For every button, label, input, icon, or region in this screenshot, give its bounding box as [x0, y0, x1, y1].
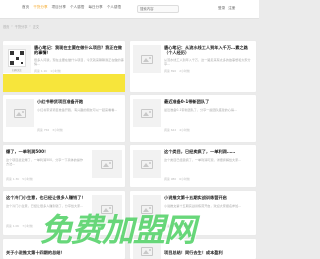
article-thumbnail: [133, 99, 161, 127]
article-title[interactable]: 这个类目，已经卖疯了，一单利润……: [164, 149, 254, 155]
article-excerpt: 小说推文第十五期实战训练营开启，欢迎大家报名参加...: [164, 204, 242, 208]
article-thumbnail: [6, 99, 34, 127]
view-count: 阅读 980: [164, 177, 177, 181]
article-title[interactable]: 这个冷门小生意，也已经让很多人赚钱了！: [6, 195, 88, 201]
image-placeholder-icon: [141, 246, 153, 256]
article-meta: 阅读 720 8小时前: [164, 224, 190, 228]
article-title[interactable]: 小说推文第十五期实战训练营开启: [164, 195, 254, 201]
nav-item-tips[interactable]: 干货分享: [33, 5, 47, 10]
post-time: 8小时前: [179, 224, 190, 228]
article-thumbnail: [92, 150, 122, 178]
view-count: 阅读 720: [164, 224, 177, 228]
breadcrumb-sep: ›: [11, 24, 13, 28]
article-title[interactable]: 爆了，一单利润500！: [6, 149, 86, 155]
post-time: 3小时前: [52, 128, 63, 132]
image-placeholder-icon: [14, 108, 26, 118]
nav-item-insights-2[interactable]: 个人感悟: [107, 5, 121, 10]
post-time: 7小时前: [22, 224, 33, 228]
image-placeholder-icon: [141, 54, 153, 64]
nav-item-insights[interactable]: 个人感悟: [70, 5, 84, 10]
view-count: 阅读 1.0K: [6, 224, 20, 228]
article-thumbnail: [133, 45, 161, 73]
search-input[interactable]: [137, 5, 179, 13]
post-time: 6小时前: [179, 177, 190, 181]
nav-item-home[interactable]: 首页: [22, 5, 29, 10]
breadcrumb-category[interactable]: 干货分享: [15, 24, 28, 29]
article-excerpt: 这个类目已经卖疯了，一单利润可观，详细拆解给大家...: [164, 158, 242, 162]
article-excerpt: 最近准备0-1带新团队了，分享一些团队搭建的心得...: [164, 108, 237, 112]
auth-links: 登录 注册: [218, 6, 235, 11]
article-meta: 阅读 756 3小时前: [37, 128, 63, 132]
nav-item-daily[interactable]: 每日分享: [88, 5, 102, 10]
view-count: 阅读 756: [37, 128, 50, 132]
promo-banner: [3, 74, 125, 92]
article-meta: 阅读 890 2小时前: [164, 69, 190, 73]
article-meta: 阅读 1.3K 5小时前: [6, 177, 33, 181]
article-excerpt: 很多人问我，现在主要在做什么项目，今天就来聊聊我正在做的事情...: [34, 58, 124, 67]
post-time: 1小时前: [50, 69, 61, 73]
article-title[interactable]: 唐心笔记：我现在主要在做什么项目？我正在做的事情！: [34, 45, 124, 56]
nav-item-projects[interactable]: 项目分享: [52, 5, 66, 10]
article-title[interactable]: 唐心笔记：从流水线工人到年入千万…素之路（个人经历）: [164, 45, 254, 56]
article-excerpt: 这个冷门小生意，已经让很多人赚到钱了，分享给大家...: [6, 204, 84, 208]
login-link[interactable]: 登录: [218, 6, 225, 11]
article-thumbnail: [92, 195, 122, 223]
view-count: 阅读 1.1K: [34, 69, 48, 73]
view-count: 阅读 1.3K: [6, 177, 20, 181]
main-nav: 首页 干货分享 项目分享 个人感悟 每日分享 个人感悟: [22, 5, 121, 10]
article-excerpt: 这个项目最近爆了，一单利润500，分享一下具体的操作方法...: [6, 158, 84, 167]
qr-caption: 扫码关注: [12, 69, 22, 72]
article-title[interactable]: 关于小说推文第十四期的总结！: [6, 250, 116, 256]
article-thumbnail: [133, 195, 161, 223]
breadcrumb: 首页 › 干货分享 › 正文: [3, 24, 39, 29]
image-placeholder-icon: [141, 159, 153, 169]
post-time: 2小时前: [179, 69, 190, 73]
article-title[interactable]: 项目总结！同行去生！成本盈利: [164, 250, 254, 256]
article-meta: 阅读 980 6小时前: [164, 177, 190, 181]
breadcrumb-sep: ›: [29, 24, 31, 28]
image-placeholder-icon: [141, 108, 153, 118]
article-thumbnail: [133, 150, 161, 178]
breadcrumb-home[interactable]: 首页: [3, 24, 9, 29]
view-count: 阅读 642: [164, 128, 177, 132]
image-placeholder-icon: [101, 204, 113, 214]
article-meta: 阅读 642 4小时前: [164, 128, 190, 132]
qr-thumbnail: 扫码关注: [3, 45, 31, 73]
image-placeholder-icon: [101, 159, 113, 169]
post-time: 4小时前: [179, 128, 190, 132]
article-title[interactable]: 最近准备0-1带新团队了: [164, 99, 254, 105]
article-title[interactable]: 小红书带货项目准备开跑: [37, 99, 123, 105]
article-meta: 阅读 1.1K 1小时前: [34, 69, 61, 73]
breadcrumb-current: 正文: [32, 25, 40, 29]
article-thumbnail: [133, 243, 161, 259]
qr-code-icon: [8, 49, 26, 67]
article-excerpt: 从流水线工人到年入千万，这一路走来有太多的故事想和大家分享...: [164, 58, 251, 67]
article-card[interactable]: [3, 239, 125, 259]
top-nav-bar: 首页 干货分享 项目分享 个人感悟 每日分享 个人感悟 登录 注册: [0, 0, 259, 19]
post-time: 5小时前: [22, 177, 33, 181]
view-count: 阅读 890: [164, 69, 177, 73]
register-link[interactable]: 注册: [228, 6, 235, 11]
article-excerpt: 小红书带货项目准备开跑，有兴趣的朋友可以一起来看看...: [37, 108, 118, 112]
image-placeholder-icon: [141, 204, 153, 214]
article-meta: 阅读 1.0K 7小时前: [6, 224, 33, 228]
